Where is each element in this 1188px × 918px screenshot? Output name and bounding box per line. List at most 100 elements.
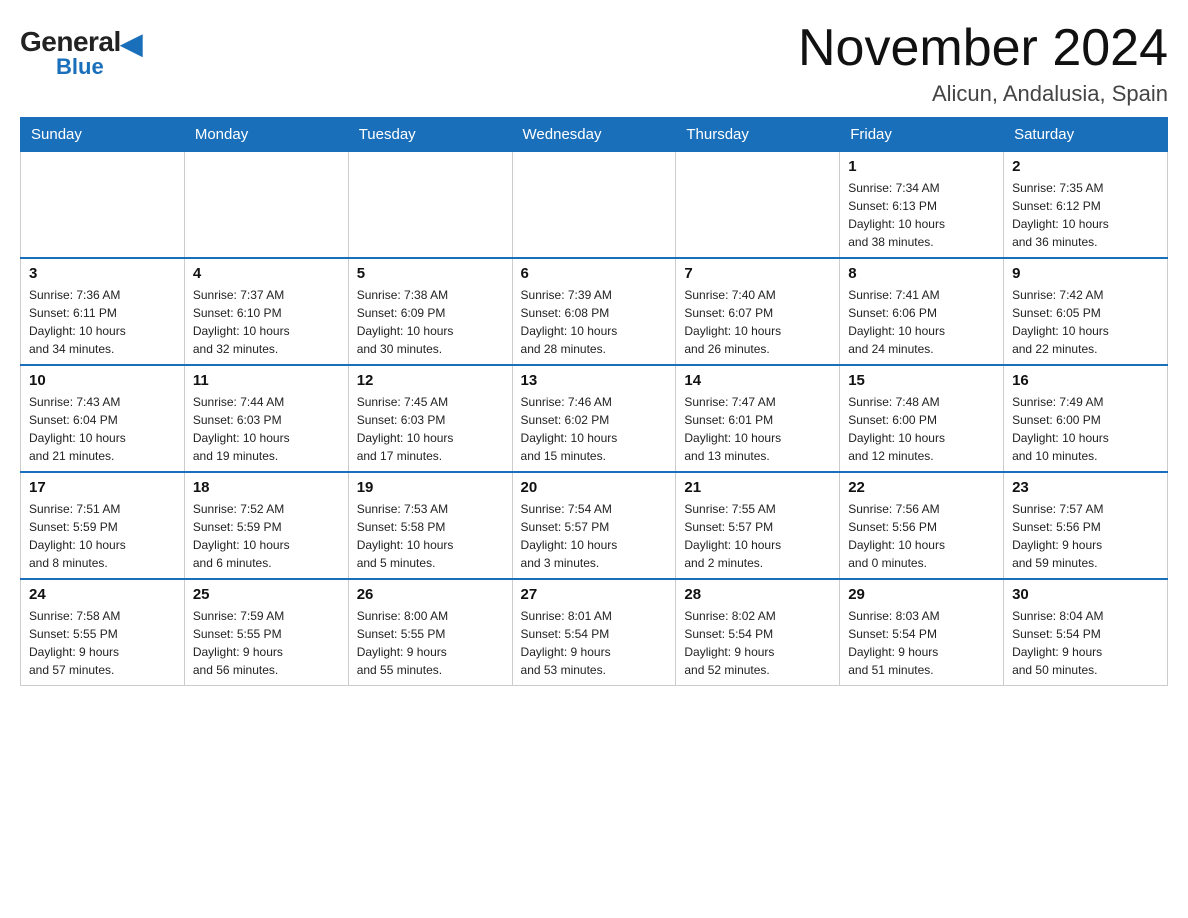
day-number: 25 [193, 586, 340, 603]
col-header-monday: Monday [184, 118, 348, 152]
day-number: 13 [521, 372, 668, 389]
calendar-cell: 5Sunrise: 7:38 AM Sunset: 6:09 PM Daylig… [348, 258, 512, 365]
day-number: 3 [29, 265, 176, 282]
calendar-cell: 1 Sunrise: 7:34 AM Sunset: 6:13 PM Daylig… [840, 152, 1004, 259]
day-info: Sunrise: 8:01 AM Sunset: 5:54 PM Dayligh… [521, 607, 668, 679]
calendar-cell: 11 Sunrise: 7:44 AM Sunset: 6:03 PM Dayli… [184, 365, 348, 472]
day-info: Sunrise: 7:49 AM Sunset: 6:00 PM Dayligh… [1012, 393, 1159, 465]
calendar-cell: 10 Sunrise: 7:43 AM Sunset: 6:04 PM Dayli… [21, 365, 185, 472]
day-info: Sunrise: 8:00 AM Sunset: 5:55 PM Dayligh… [357, 607, 504, 679]
calendar-cell: 2 Sunrise: 7:35 AM Sunset: 6:12 PM Daylig… [1004, 152, 1168, 259]
calendar-cell [348, 152, 512, 259]
month-title: November 2024 [798, 20, 1168, 77]
calendar-cell: 16 Sunrise: 7:49 AM Sunset: 6:00 PM Dayli… [1004, 365, 1168, 472]
day-number: 28 [684, 586, 831, 603]
calendar-week-row: 10 Sunrise: 7:43 AM Sunset: 6:04 PM Dayli… [21, 365, 1168, 472]
calendar-cell: 27 Sunrise: 8:01 AM Sunset: 5:54 PM Dayli… [512, 579, 676, 686]
day-info: Sunrise: 7:38 AM Sunset: 6:09 PM Dayligh… [357, 286, 504, 358]
day-number: 6 [521, 265, 668, 282]
col-header-tuesday: Tuesday [348, 118, 512, 152]
col-header-wednesday: Wednesday [512, 118, 676, 152]
calendar-cell: 15 Sunrise: 7:48 AM Sunset: 6:00 PM Dayli… [840, 365, 1004, 472]
day-info: Sunrise: 7:56 AM Sunset: 5:56 PM Dayligh… [848, 500, 995, 572]
day-info: Sunrise: 8:04 AM Sunset: 5:54 PM Dayligh… [1012, 607, 1159, 679]
calendar-cell: 30 Sunrise: 8:04 AM Sunset: 5:54 PM Dayli… [1004, 579, 1168, 686]
day-info: Sunrise: 7:59 AM Sunset: 5:55 PM Dayligh… [193, 607, 340, 679]
calendar-cell: 20 Sunrise: 7:54 AM Sunset: 5:57 PM Dayli… [512, 472, 676, 579]
day-number: 16 [1012, 372, 1159, 389]
day-number: 4 [193, 265, 340, 282]
day-info: Sunrise: 8:03 AM Sunset: 5:54 PM Dayligh… [848, 607, 995, 679]
day-number: 18 [193, 479, 340, 496]
col-header-sunday: Sunday [21, 118, 185, 152]
calendar-cell [512, 152, 676, 259]
calendar-cell [676, 152, 840, 259]
day-info: Sunrise: 7:36 AM Sunset: 6:11 PM Dayligh… [29, 286, 176, 358]
day-info: Sunrise: 7:37 AM Sunset: 6:10 PM Dayligh… [193, 286, 340, 358]
day-info: Sunrise: 7:44 AM Sunset: 6:03 PM Dayligh… [193, 393, 340, 465]
day-number: 9 [1012, 265, 1159, 282]
calendar-week-row: 3 Sunrise: 7:36 AM Sunset: 6:11 PM Daylig… [21, 258, 1168, 365]
day-number: 30 [1012, 586, 1159, 603]
calendar-cell: 9 Sunrise: 7:42 AM Sunset: 6:05 PM Daylig… [1004, 258, 1168, 365]
day-info: Sunrise: 7:34 AM Sunset: 6:13 PM Dayligh… [848, 179, 995, 251]
day-number: 11 [193, 372, 340, 389]
day-number: 20 [521, 479, 668, 496]
col-header-saturday: Saturday [1004, 118, 1168, 152]
day-info: Sunrise: 7:53 AM Sunset: 5:58 PM Dayligh… [357, 500, 504, 572]
day-info: Sunrise: 7:46 AM Sunset: 6:02 PM Dayligh… [521, 393, 668, 465]
calendar-cell: 6Sunrise: 7:39 AM Sunset: 6:08 PM Daylig… [512, 258, 676, 365]
calendar-cell: 23 Sunrise: 7:57 AM Sunset: 5:56 PM Dayli… [1004, 472, 1168, 579]
calendar-cell: 18 Sunrise: 7:52 AM Sunset: 5:59 PM Dayli… [184, 472, 348, 579]
day-info: Sunrise: 7:52 AM Sunset: 5:59 PM Dayligh… [193, 500, 340, 572]
calendar-table: SundayMondayTuesdayWednesdayThursdayFrid… [20, 117, 1168, 686]
day-number: 17 [29, 479, 176, 496]
calendar-cell: 17 Sunrise: 7:51 AM Sunset: 5:59 PM Dayli… [21, 472, 185, 579]
calendar-cell: 4 Sunrise: 7:37 AM Sunset: 6:10 PM Daylig… [184, 258, 348, 365]
day-info: Sunrise: 7:58 AM Sunset: 5:55 PM Dayligh… [29, 607, 176, 679]
day-info: Sunrise: 7:42 AM Sunset: 6:05 PM Dayligh… [1012, 286, 1159, 358]
calendar-week-row: 1 Sunrise: 7:34 AM Sunset: 6:13 PM Daylig… [21, 152, 1168, 259]
day-number: 7 [684, 265, 831, 282]
page-header: General◀ Blue November 2024 Alicun, Anda… [20, 20, 1168, 107]
day-number: 1 [848, 158, 995, 175]
day-number: 27 [521, 586, 668, 603]
col-header-thursday: Thursday [676, 118, 840, 152]
day-info: Sunrise: 7:43 AM Sunset: 6:04 PM Dayligh… [29, 393, 176, 465]
day-info: Sunrise: 7:55 AM Sunset: 5:57 PM Dayligh… [684, 500, 831, 572]
day-number: 2 [1012, 158, 1159, 175]
calendar-cell [184, 152, 348, 259]
calendar-cell: 8 Sunrise: 7:41 AM Sunset: 6:06 PM Daylig… [840, 258, 1004, 365]
calendar-header-row: SundayMondayTuesdayWednesdayThursdayFrid… [21, 118, 1168, 152]
calendar-cell: 13 Sunrise: 7:46 AM Sunset: 6:02 PM Dayli… [512, 365, 676, 472]
day-info: Sunrise: 7:54 AM Sunset: 5:57 PM Dayligh… [521, 500, 668, 572]
day-number: 26 [357, 586, 504, 603]
calendar-week-row: 24Sunrise: 7:58 AM Sunset: 5:55 PM Dayli… [21, 579, 1168, 686]
calendar-cell: 28Sunrise: 8:02 AM Sunset: 5:54 PM Dayli… [676, 579, 840, 686]
calendar-cell: 22 Sunrise: 7:56 AM Sunset: 5:56 PM Dayli… [840, 472, 1004, 579]
calendar-week-row: 17 Sunrise: 7:51 AM Sunset: 5:59 PM Dayli… [21, 472, 1168, 579]
day-number: 8 [848, 265, 995, 282]
title-section: November 2024 Alicun, Andalusia, Spain [798, 20, 1168, 107]
calendar-cell: 26 Sunrise: 8:00 AM Sunset: 5:55 PM Dayli… [348, 579, 512, 686]
day-number: 10 [29, 372, 176, 389]
day-number: 29 [848, 586, 995, 603]
calendar-cell: 12 Sunrise: 7:45 AM Sunset: 6:03 PM Dayli… [348, 365, 512, 472]
day-info: Sunrise: 7:57 AM Sunset: 5:56 PM Dayligh… [1012, 500, 1159, 572]
day-info: Sunrise: 7:45 AM Sunset: 6:03 PM Dayligh… [357, 393, 504, 465]
day-number: 22 [848, 479, 995, 496]
day-info: Sunrise: 7:40 AM Sunset: 6:07 PM Dayligh… [684, 286, 831, 358]
day-number: 23 [1012, 479, 1159, 496]
calendar-cell: 21Sunrise: 7:55 AM Sunset: 5:57 PM Dayli… [676, 472, 840, 579]
calendar-cell: 14Sunrise: 7:47 AM Sunset: 6:01 PM Dayli… [676, 365, 840, 472]
day-info: Sunrise: 7:48 AM Sunset: 6:00 PM Dayligh… [848, 393, 995, 465]
calendar-cell: 25 Sunrise: 7:59 AM Sunset: 5:55 PM Dayli… [184, 579, 348, 686]
logo-triangle-icon: ◀ [121, 27, 142, 60]
day-number: 15 [848, 372, 995, 389]
day-info: Sunrise: 7:35 AM Sunset: 6:12 PM Dayligh… [1012, 179, 1159, 251]
day-number: 12 [357, 372, 504, 389]
day-info: Sunrise: 7:41 AM Sunset: 6:06 PM Dayligh… [848, 286, 995, 358]
day-info: Sunrise: 7:51 AM Sunset: 5:59 PM Dayligh… [29, 500, 176, 572]
calendar-cell: 19Sunrise: 7:53 AM Sunset: 5:58 PM Dayli… [348, 472, 512, 579]
col-header-friday: Friday [840, 118, 1004, 152]
